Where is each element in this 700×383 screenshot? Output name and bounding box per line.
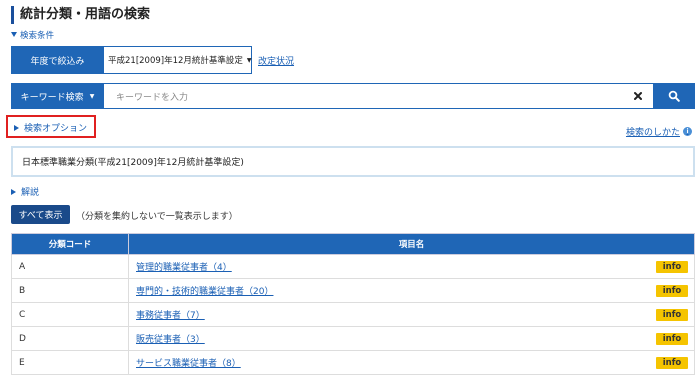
triangle-right-icon [11,189,16,195]
row-name-cell: 管理的職業従事者（4） info [128,254,695,279]
search-button[interactable] [653,83,695,109]
row-name-link[interactable]: 事務従事者（7） [136,311,205,321]
row-code: A [11,254,129,279]
show-all-note: （分類を集約しないで一覧表示します） [76,212,238,222]
dropdown-caret-icon: ▼ [246,56,252,64]
table-row: C 事務従事者（7） info [11,302,695,327]
row-name-link[interactable]: 専門的・技術的職業従事者（20） [136,287,273,297]
row-name-cell: 販売従事者（3） info [128,326,695,351]
search-mode-dropdown[interactable]: キーワード検索 ▼ [11,83,104,109]
search-help-link[interactable]: 検索のしかた i [626,125,692,138]
search-options-label: 検索オプション [24,124,88,134]
classification-table: 分類コード 項目名 A 管理的職業従事者（4） info B 専門的・技術的職業従… [11,233,695,375]
revision-status-link[interactable]: 改定状況 [258,54,294,67]
info-button[interactable]: info [656,261,688,273]
show-all-button[interactable]: すべて表示 [11,205,70,224]
clear-icon[interactable] [633,91,643,101]
table-row: B 専門的・技術的職業従事者（20） info [11,278,695,303]
row-name-cell: 事務従事者（7） info [128,302,695,327]
search-help-label: 検索のしかた [625,128,680,138]
info-icon: i [683,127,692,136]
dropdown-caret-icon: ▼ [89,92,95,100]
column-header-code: 分類コード [11,233,129,255]
search-conditions-label: 検索条件 [20,31,55,41]
keyword-search-row: キーワード検索 ▼ キーワードを入力 [11,83,695,109]
row-name-link[interactable]: サービス職業従事者（8） [136,359,241,369]
search-mode-label: キーワード検索 [20,92,84,103]
search-icon [668,90,680,102]
row-name-cell: サービス職業従事者（8） info [128,350,695,375]
row-code: E [11,350,129,375]
table-row: A 管理的職業従事者（4） info [11,254,695,279]
column-header-name: 項目名 [128,233,695,255]
classification-name-box: 日本標準職業分類(平成21[2009]年12月統計基準設定) [11,146,695,177]
row-code: B [11,278,129,303]
triangle-right-icon [14,125,19,131]
row-name-link[interactable]: 管理的職業従事者（4） [136,263,232,273]
row-name-link[interactable]: 販売従事者（3） [136,335,205,345]
info-button[interactable]: info [656,357,688,369]
keyword-input[interactable]: キーワードを入力 [104,83,653,109]
year-filter-row: 年度で絞込み 平成21[2009]年12月統計基準設定 ▼ 改定状況 [11,46,294,74]
info-button[interactable]: info [656,309,688,321]
table-row: E サービス職業従事者（8） info [11,350,695,375]
explanation-toggle[interactable]: 解説 [11,185,39,198]
triangle-down-icon [11,32,17,37]
year-filter-label: 年度で絞込み [11,46,104,74]
table-row: D 販売従事者（3） info [11,326,695,351]
search-conditions-toggle[interactable]: 検索条件 [11,29,54,41]
info-button[interactable]: info [656,333,688,345]
table-header-row: 分類コード 項目名 [11,233,695,255]
year-select-value: 平成21[2009]年12月統計基準設定 [108,56,243,66]
page-title: 統計分類・用語の検索 [11,6,150,24]
info-button[interactable]: info [656,285,688,297]
explanation-label: 解説 [21,188,40,198]
keyword-input-placeholder: キーワードを入力 [116,92,189,103]
row-code: D [11,326,129,351]
row-name-cell: 専門的・技術的職業従事者（20） info [128,278,695,303]
year-select[interactable]: 平成21[2009]年12月統計基準設定 ▼ [104,46,252,74]
row-code: C [11,302,129,327]
search-options-toggle[interactable]: 検索オプション [14,121,87,134]
